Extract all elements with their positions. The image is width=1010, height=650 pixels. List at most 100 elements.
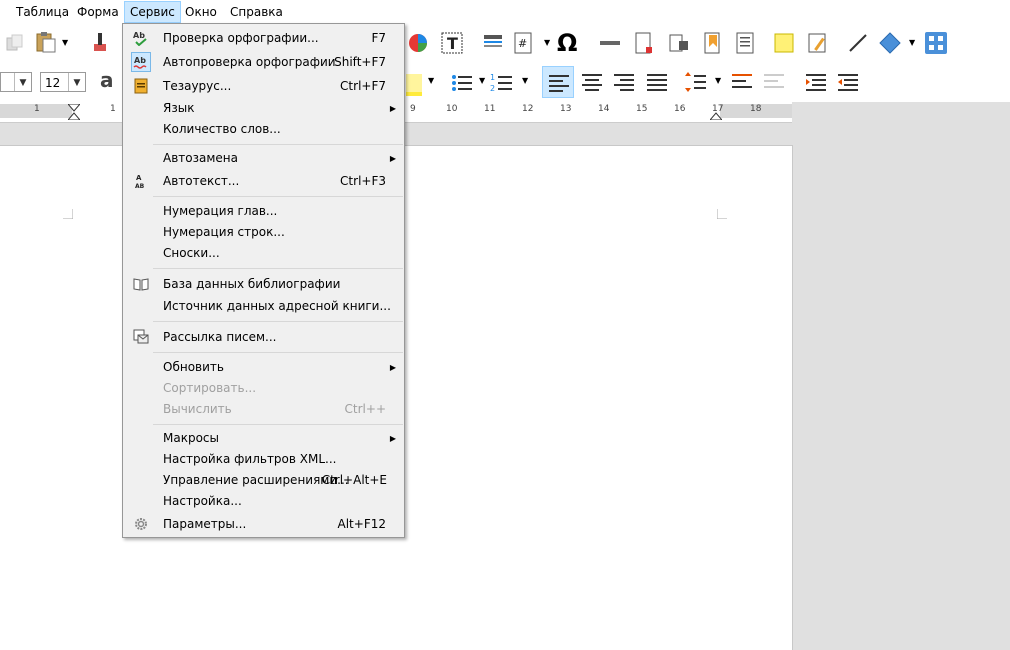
menu-window[interactable]: Окно: [180, 2, 222, 22]
menu-item-shortcut: F7: [371, 31, 386, 45]
menu-item-sort[interactable]: Сортировать...: [123, 378, 404, 399]
menu-item-mail-merge[interactable]: Рассылка писем...: [123, 327, 404, 348]
shapes-dropdown-icon[interactable]: ▼: [909, 38, 915, 47]
menu-item-autocorrect[interactable]: Автозамена ▶: [123, 148, 404, 169]
ruler-number: 10: [446, 104, 458, 114]
highlight-icon[interactable]: [406, 74, 422, 96]
menu-item-update[interactable]: Обновить ▶: [123, 357, 404, 378]
chevron-down-icon[interactable]: ▼: [14, 73, 31, 91]
bullet-dropdown-icon[interactable]: ▼: [479, 76, 485, 85]
shapes-icon[interactable]: [878, 31, 902, 55]
menu-item-footnotes[interactable]: Сноски...: [123, 243, 404, 264]
menu-item-label: Настройка фильтров XML...: [163, 452, 337, 466]
track-changes-icon[interactable]: [806, 31, 830, 55]
numbered-dropdown-icon[interactable]: ▼: [522, 76, 528, 85]
font-name-combo[interactable]: ▼: [0, 72, 32, 92]
svg-text:1: 1: [490, 73, 495, 82]
menu-item-options[interactable]: Параметры... Alt+F12: [123, 514, 404, 535]
menu-item-calculate[interactable]: Вычислить Ctrl++: [123, 399, 404, 420]
field-icon[interactable]: #: [512, 31, 536, 55]
menu-table[interactable]: Таблица: [11, 2, 74, 22]
menu-item-thesaurus[interactable]: Тезаурус... Ctrl+F7: [123, 76, 404, 97]
increase-paragraph-spacing-icon[interactable]: [730, 70, 754, 94]
hyperlink-icon[interactable]: [481, 31, 505, 55]
increase-indent-icon[interactable]: [804, 70, 828, 94]
line-spacing-icon[interactable]: [684, 70, 708, 94]
indent-marker-icon[interactable]: [68, 104, 80, 120]
menu-item-line-numbering[interactable]: Нумерация строк...: [123, 222, 404, 243]
menu-item-label: Нумерация глав...: [163, 204, 278, 218]
menu-item-shortcut: Shift+F7: [334, 55, 386, 69]
menu-item-word-count[interactable]: Количество слов...: [123, 119, 404, 140]
menu-help[interactable]: Справка: [225, 2, 288, 22]
tools-menu: Ab Проверка орфографии... F7 Ab Автопров…: [122, 23, 405, 538]
line-icon[interactable]: [846, 31, 870, 55]
menu-item-xml-filters[interactable]: Настройка фильтров XML...: [123, 449, 404, 470]
ruler-number: 13: [560, 104, 572, 114]
menu-item-label: Нумерация строк...: [163, 225, 285, 239]
menu-item-spellcheck[interactable]: Ab Проверка орфографии... F7: [123, 28, 404, 49]
menu-item-shortcut: Ctrl++: [344, 402, 386, 416]
autotext-icon: AAB: [135, 174, 145, 189]
font-size-combo[interactable]: 12 ▼: [40, 72, 86, 92]
highlight-dropdown-icon[interactable]: ▼: [428, 76, 434, 85]
paste-icon[interactable]: [34, 30, 58, 54]
svg-text:AB: AB: [135, 183, 145, 189]
cross-reference-icon[interactable]: [667, 31, 691, 55]
numbered-list-icon[interactable]: 12: [490, 71, 514, 95]
submenu-arrow-icon: ▶: [389, 154, 396, 163]
menu-item-address-book-source[interactable]: Источник данных адресной книги...: [123, 296, 404, 317]
menu-item-label: Сноски...: [163, 246, 220, 260]
menu-item-label: Количество слов...: [163, 122, 281, 136]
bookmark-icon[interactable]: [701, 31, 725, 55]
menu-item-auto-spellcheck[interactable]: Ab Автопроверка орфографии Shift+F7: [123, 52, 404, 73]
menu-item-language[interactable]: Язык ▶: [123, 98, 404, 119]
submenu-arrow-icon: ▶: [389, 434, 396, 443]
menu-item-label: Обновить: [163, 360, 224, 374]
comment-icon[interactable]: [772, 31, 796, 55]
menu-bar: Таблица Форма Сервис Окно Справка: [0, 0, 1010, 24]
menu-separator: [153, 196, 403, 197]
menu-item-macros[interactable]: Макросы ▶: [123, 428, 404, 449]
svg-text:#: #: [518, 37, 527, 50]
menu-tools[interactable]: Сервис: [124, 1, 181, 23]
chart-icon[interactable]: [406, 31, 430, 55]
svg-text:T: T: [447, 34, 458, 53]
chevron-down-icon[interactable]: ▼: [68, 73, 85, 91]
bullet-list-icon[interactable]: [450, 71, 474, 95]
footnote-icon[interactable]: [632, 31, 656, 55]
font-color-icon[interactable]: a: [100, 68, 114, 92]
menu-item-label: Автопроверка орфографии: [163, 55, 336, 69]
hyperlink-chain-icon[interactable]: [598, 31, 622, 55]
index-icon[interactable]: [733, 31, 757, 55]
align-justify-icon[interactable]: [645, 70, 669, 94]
menu-item-label: Проверка орфографии...: [163, 31, 319, 45]
draw-functions-icon[interactable]: [924, 31, 948, 55]
right-indent-marker-icon[interactable]: [710, 104, 722, 120]
align-center-icon[interactable]: [580, 70, 604, 94]
decrease-paragraph-spacing-icon[interactable]: [762, 70, 786, 94]
menu-item-chapter-numbering[interactable]: Нумерация глав...: [123, 201, 404, 222]
thesaurus-icon: [134, 78, 148, 94]
ruler-number: 11: [484, 104, 496, 114]
decrease-indent-icon[interactable]: [836, 70, 860, 94]
menu-separator: [153, 352, 403, 353]
line-spacing-dropdown-icon[interactable]: ▼: [715, 76, 721, 85]
menu-item-bibliography[interactable]: База данных библиографии: [123, 274, 404, 295]
field-dropdown-icon[interactable]: ▼: [544, 38, 550, 47]
menu-item-label: Макросы: [163, 431, 219, 445]
text-box-icon[interactable]: T: [440, 31, 464, 55]
menu-item-customize[interactable]: Настройка...: [123, 491, 404, 512]
menu-separator: [153, 321, 403, 322]
omega-icon[interactable]: Ω: [557, 29, 577, 57]
auto-spellcheck-toggle: Ab: [131, 52, 151, 72]
align-right-icon[interactable]: [612, 70, 636, 94]
menu-format[interactable]: Форма: [72, 2, 124, 22]
paste-dropdown-icon[interactable]: ▼: [62, 38, 68, 47]
menu-item-shortcut: Ctrl+F7: [340, 79, 386, 93]
menu-item-extension-manager[interactable]: Управление расширениями... Ctrl+Alt+E: [123, 470, 404, 491]
paintbrush-icon[interactable]: [88, 30, 112, 54]
clone-formatting-icon[interactable]: [4, 32, 28, 56]
menu-item-autotext[interactable]: A AB Автотекст... Ctrl+F3: [123, 171, 404, 192]
align-left-button[interactable]: [542, 66, 574, 98]
